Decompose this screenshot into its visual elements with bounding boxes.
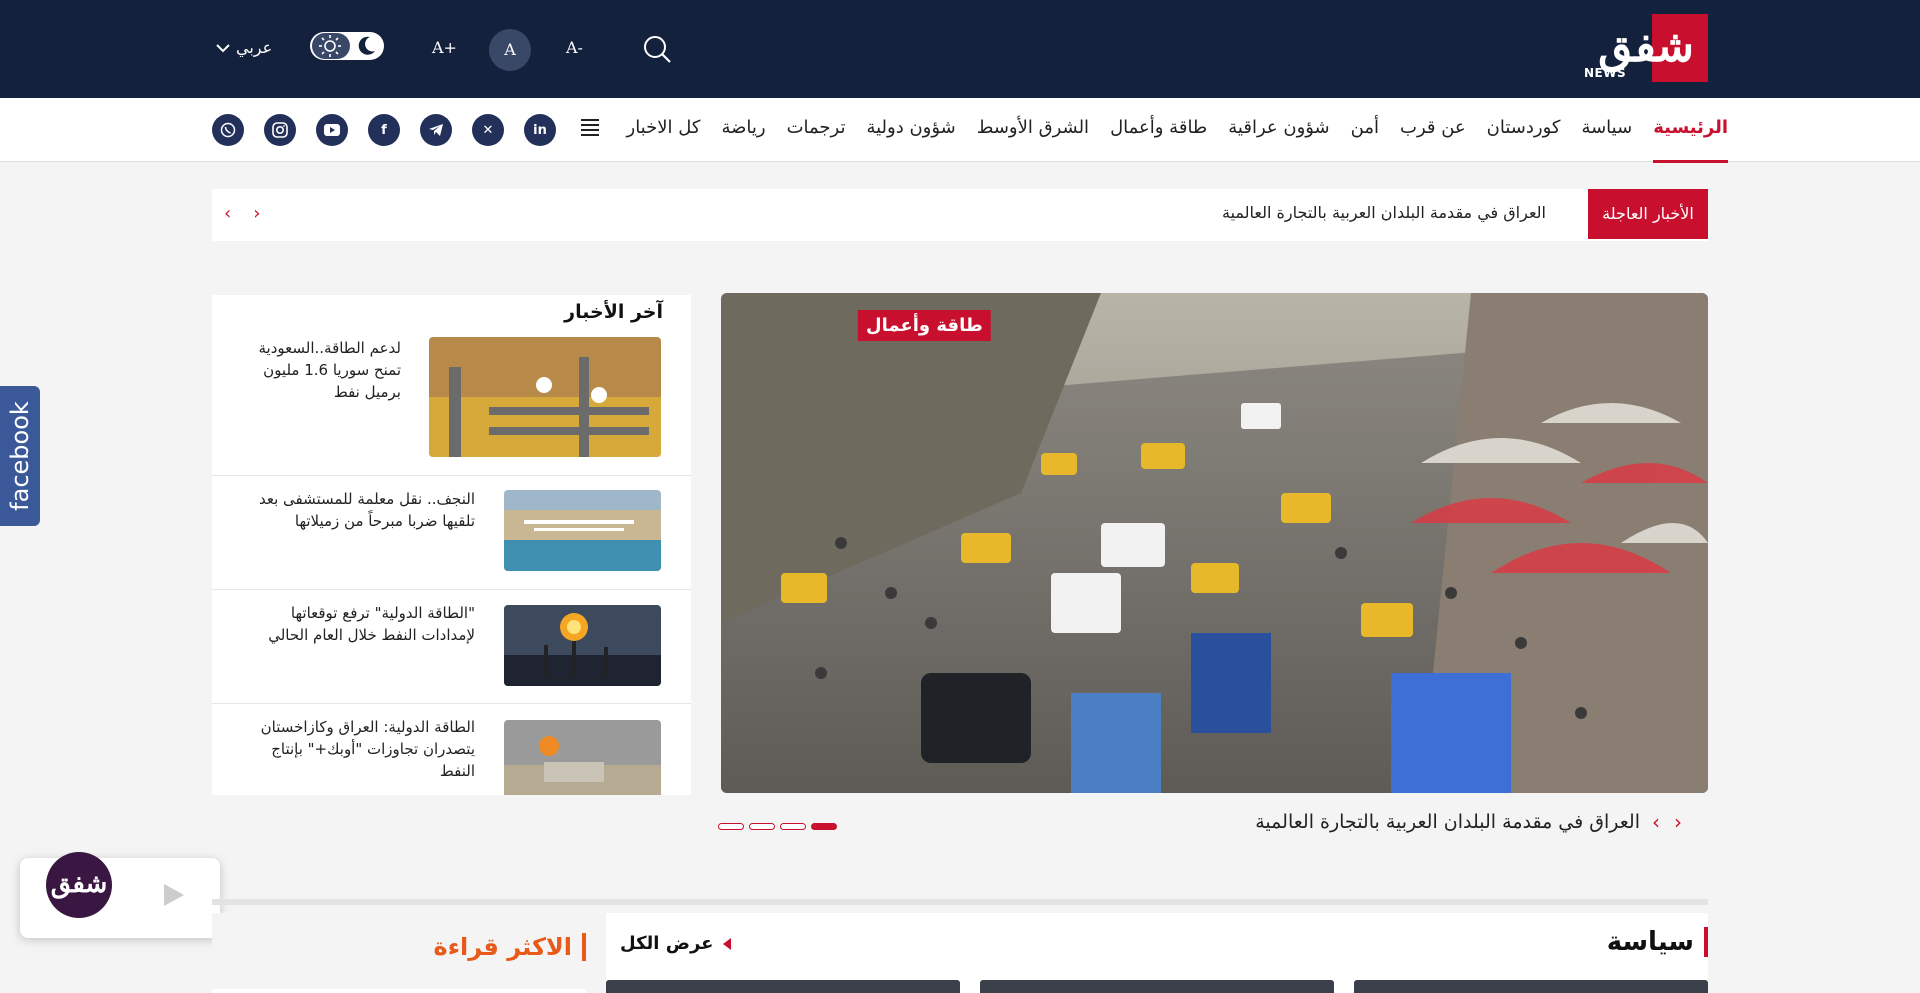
breaking-news-bar: الأخبار العاجلة العراق في مقدمة البلدان … (212, 189, 1708, 241)
article-thumbnail[interactable] (1354, 980, 1708, 993)
radio-logo: شفق (46, 852, 112, 918)
radio-player: شفق (20, 852, 220, 938)
nav-item-kurdistan[interactable]: كوردستان (1487, 98, 1561, 162)
chevron-right-icon[interactable]: › (253, 203, 260, 224)
slider-dot[interactable] (780, 823, 806, 830)
article-thumbnail[interactable] (606, 980, 960, 993)
facebook-side-tab[interactable]: facebook (0, 386, 40, 526)
list-item[interactable]: النجف.. نقل معلمة للمستشفى بعد تلقيها ضر… (212, 476, 691, 590)
menu-icon[interactable] (581, 118, 599, 136)
social-links: in ✕ f (212, 114, 556, 146)
instagram-icon[interactable] (264, 114, 296, 146)
chevron-right-icon[interactable]: › (1674, 810, 1682, 834)
hero-image (721, 293, 1708, 793)
font-decrease-button[interactable]: A- (566, 38, 583, 57)
sun-icon (319, 35, 341, 57)
whatsapp-icon[interactable] (212, 114, 244, 146)
article-thumbnail[interactable] (980, 980, 1334, 993)
play-icon[interactable] (164, 884, 184, 906)
section-title[interactable]: سياسة (1607, 927, 1708, 957)
slider-dot[interactable] (749, 823, 775, 830)
news-headline[interactable]: لدعم الطاقة..السعودية تمنح سوريا 1.6 ملي… (241, 337, 401, 403)
breaking-news-arrows: ‹ › (224, 203, 260, 224)
nav-item-security[interactable]: أمن (1351, 98, 1379, 162)
facebook-icon[interactable]: f (368, 114, 400, 146)
moon-icon (358, 36, 375, 55)
news-thumbnail[interactable] (504, 490, 661, 571)
nav-item-iraqi-affairs[interactable]: شؤون عراقية (1228, 98, 1329, 162)
linkedin-icon[interactable]: in (524, 114, 556, 146)
breaking-news-label: الأخبار العاجلة (1588, 189, 1708, 239)
language-label: عربي (236, 38, 273, 57)
most-read-section: الاكثر قراءة (212, 913, 586, 993)
chevron-left-icon[interactable]: ‹ (224, 203, 231, 224)
nav-item-translations[interactable]: ترجمات (787, 98, 846, 162)
nav-items: الرئيسية سياسة كوردستان عن قرب أمن شؤون … (606, 98, 1728, 163)
hero-category-badge[interactable]: طاقة وأعمال (858, 310, 991, 341)
view-all-link[interactable]: عرض الكل (620, 933, 732, 954)
section-divider (212, 899, 1708, 905)
language-select[interactable]: عربي (216, 38, 272, 57)
caret-left-icon (723, 938, 732, 950)
youtube-icon[interactable] (316, 114, 348, 146)
news-thumbnail[interactable] (504, 720, 661, 795)
news-headline[interactable]: "الطاقة الدولية" ترفع توقعاتها لإمدادات … (245, 602, 475, 646)
x-icon[interactable]: ✕ (472, 114, 504, 146)
nav-item-politics[interactable]: سياسة (1581, 98, 1632, 162)
slider-dot-active[interactable] (811, 823, 837, 830)
logo-subtext: NEWS (1584, 66, 1627, 80)
news-headline[interactable]: الطاقة الدولية: العراق وكازاخستان يتصدرا… (235, 716, 475, 782)
nav-item-energy-business[interactable]: طاقة وأعمال (1110, 98, 1207, 162)
site-logo[interactable]: شفق NEWS (1584, 14, 1708, 84)
search-icon[interactable] (640, 32, 674, 66)
chevron-down-icon (216, 38, 230, 57)
font-reset-button[interactable]: A (489, 29, 531, 71)
top-bar: شفق NEWS A- A A+ عربي (0, 0, 1920, 98)
list-item[interactable]: "الطاقة الدولية" ترفع توقعاتها لإمدادات … (212, 590, 691, 704)
news-thumbnail[interactable] (504, 605, 661, 686)
slider-dot[interactable] (718, 823, 744, 830)
telegram-icon[interactable] (420, 114, 452, 146)
facebook-tab-label: facebook (6, 401, 34, 511)
hero-caption[interactable]: العراق في مقدمة البلدان العربية بالتجارة… (1255, 811, 1640, 833)
nav-item-sports[interactable]: رياضة (721, 98, 765, 162)
nav-item-middle-east[interactable]: الشرق الأوسط (977, 98, 1089, 162)
nav-item-all-news[interactable]: كل الاخبار (627, 98, 701, 162)
breaking-news-headline[interactable]: العراق في مقدمة البلدان العربية بالتجارة… (1222, 203, 1546, 222)
list-item[interactable]: لدعم الطاقة..السعودية تمنح سوريا 1.6 ملي… (212, 295, 691, 476)
most-read-bar (212, 989, 586, 993)
latest-news: آخر الأخبار لدعم الطاقة..السعودية تمنح س… (212, 295, 691, 795)
list-item[interactable]: الطاقة الدولية: العراق وكازاخستان يتصدرا… (212, 704, 691, 795)
news-headline[interactable]: النجف.. نقل معلمة للمستشفى بعد تلقيها ضر… (245, 488, 475, 532)
theme-toggle[interactable] (310, 32, 384, 60)
nav-item-up-close[interactable]: عن قرب (1400, 98, 1466, 162)
hero-slider[interactable]: طاقة وأعمال (721, 293, 1708, 793)
nav-item-international[interactable]: شؤون دولية (866, 98, 955, 162)
news-thumbnail[interactable] (429, 337, 661, 457)
font-increase-button[interactable]: A+ (432, 38, 457, 57)
most-read-title: الاكثر قراءة (434, 933, 586, 961)
slider-dots (718, 823, 837, 830)
view-all-label: عرض الكل (620, 933, 714, 954)
hero-arrows: ‹ › (1652, 810, 1682, 834)
nav-item-home[interactable]: الرئيسية (1653, 98, 1728, 163)
chevron-left-icon[interactable]: ‹ (1652, 810, 1660, 834)
